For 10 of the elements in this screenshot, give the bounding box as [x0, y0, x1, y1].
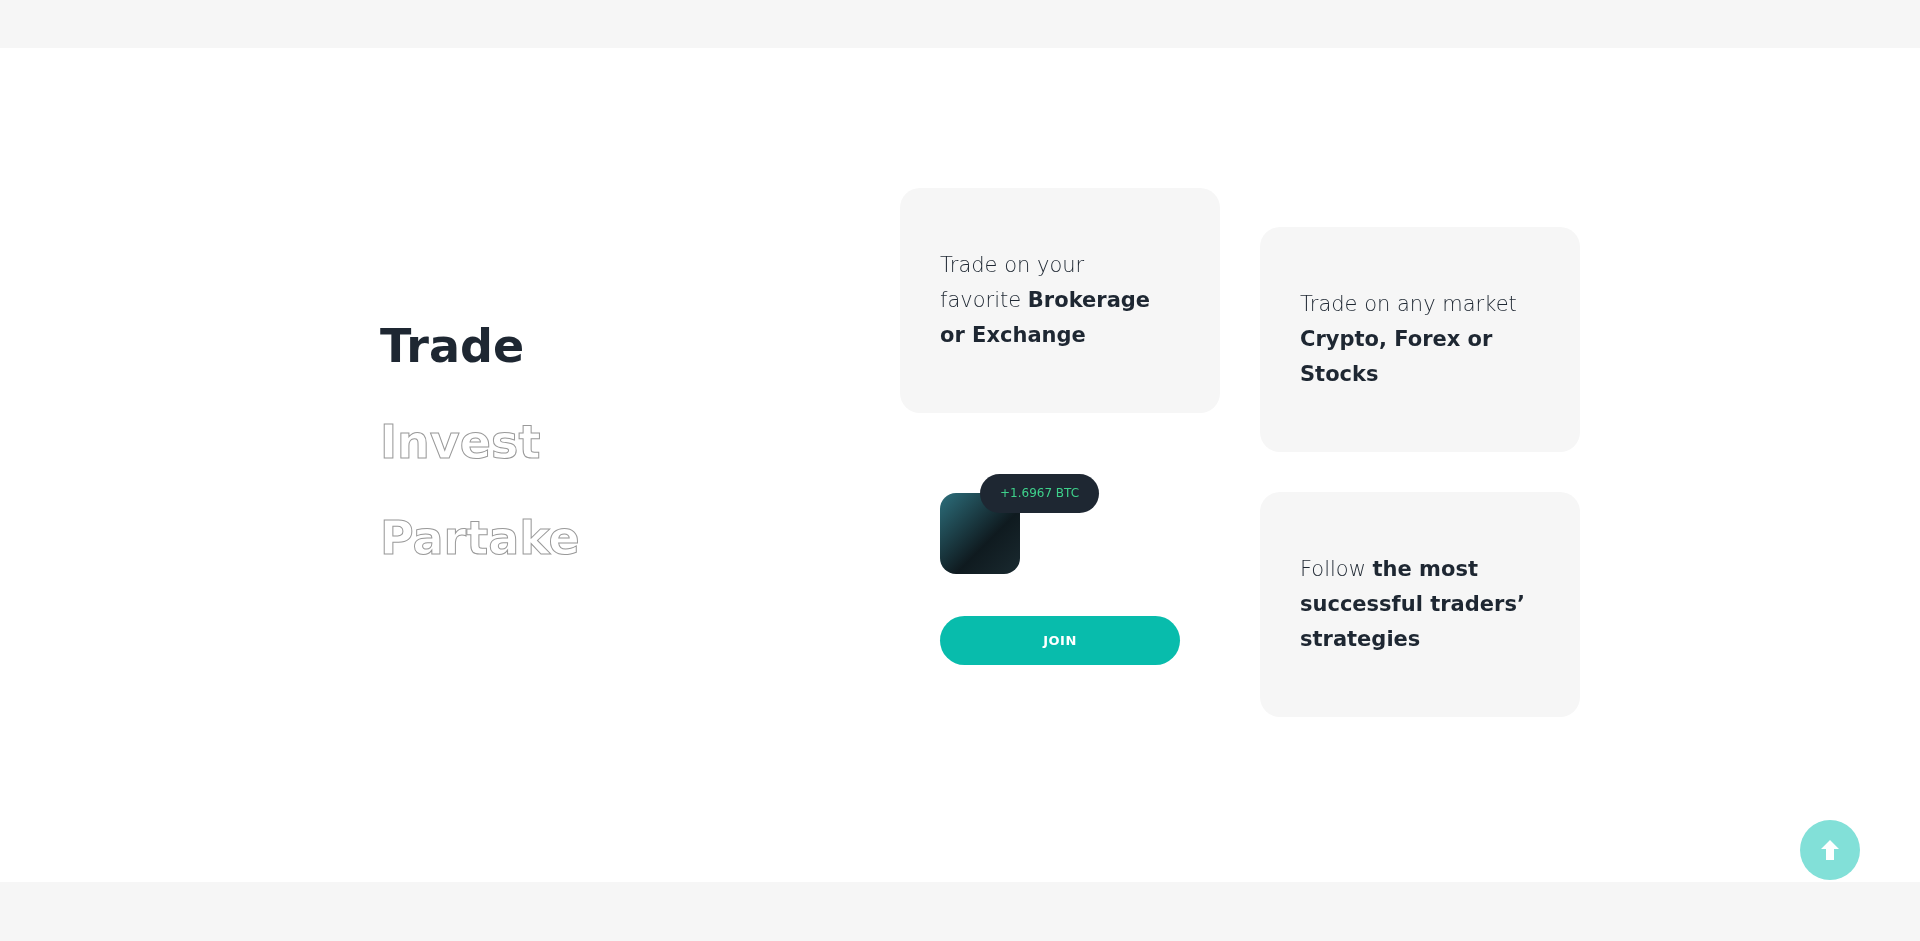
arrow-up-icon: [1820, 839, 1840, 861]
tab[interactable]: Trade: [380, 320, 525, 372]
card-text: Trade on any market Crypto, Forex or Stocks: [1300, 291, 1518, 388]
card-text: Trade on your favorite Brokerage or Exchange: [940, 252, 1152, 349]
profit-badge: +1.6967 BTC: [980, 474, 1100, 513]
tab[interactable]: Partake: [380, 512, 580, 564]
tab[interactable]: Invest: [380, 416, 541, 468]
scroll-to-top-button[interactable]: [1800, 820, 1860, 880]
join-button[interactable]: JOIN: [940, 616, 1180, 665]
card-text: Follow the most successful traders’ strategies: [1300, 556, 1526, 653]
